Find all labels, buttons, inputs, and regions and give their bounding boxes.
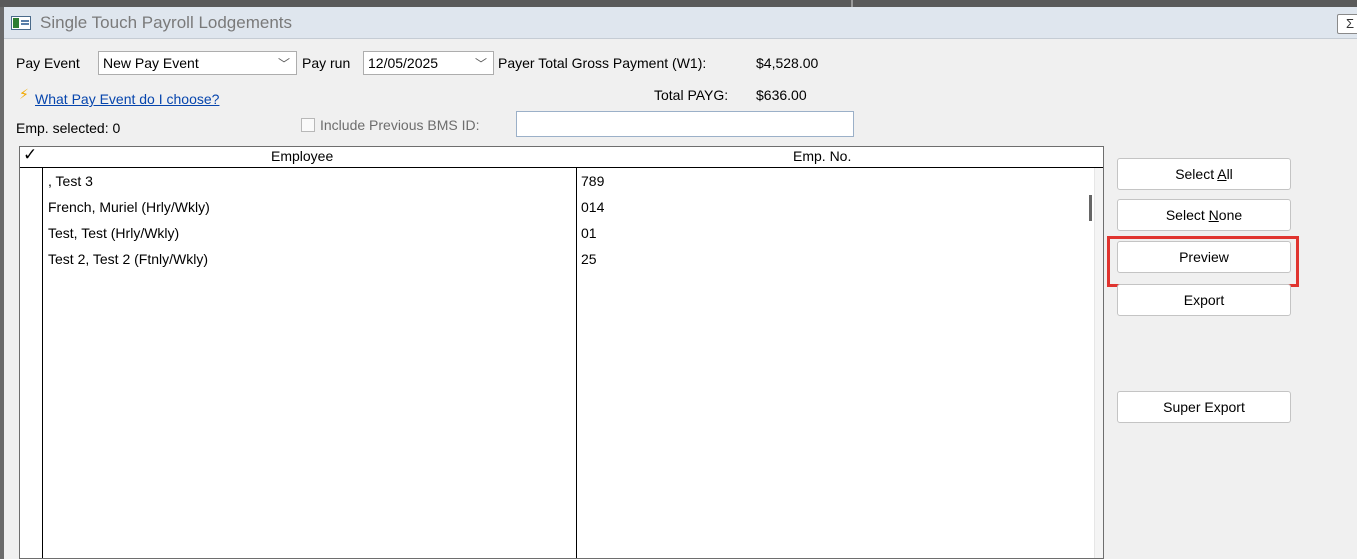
emp-no-column-header[interactable]: Emp. No. [793,148,851,164]
select-all-label-pre: Select [1175,166,1218,182]
top-strip-divider [851,0,853,7]
table-row[interactable]: , Test 3 789 [20,169,1090,195]
select-all-mnemonic: A [1217,166,1227,182]
table-row[interactable]: Test, Test (Hrly/Wkly) 01 [20,221,1090,247]
employee-cell: Test 2, Test 2 (Ftnly/Wkly) [48,251,208,267]
close-button[interactable]: Σ [1337,14,1357,34]
pay-event-value: New Pay Event [103,55,199,71]
emp-no-cell: 014 [581,199,605,215]
total-payg-label: Total PAYG: [654,87,729,103]
pay-event-label: Pay Event [16,55,80,71]
select-none-button[interactable]: Select None [1117,199,1291,231]
pay-run-select[interactable]: 12/05/2025 ﹀ [363,51,494,75]
chevron-down-icon: ﹀ [277,57,290,71]
employee-column-header[interactable]: Employee [271,148,333,164]
select-none-label-pre: Select [1165,207,1209,223]
app-icon [11,16,31,30]
super-export-button[interactable]: Super Export [1117,391,1291,423]
grid-header: ✓ Employee Emp. No. [20,145,1103,168]
emp-no-cell: 01 [581,225,597,241]
pay-event-select[interactable]: New Pay Event ﹀ [98,51,297,75]
window-title: Single Touch Payroll Lodgements [40,13,293,32]
chevron-down-icon: ﹀ [474,57,487,71]
payer-total-value: $4,528.00 [756,55,819,71]
pay-run-label: Pay run [302,55,351,71]
export-button[interactable]: Export [1117,284,1291,316]
employee-grid: ✓ Employee Emp. No. , Test 3 789 French,… [19,145,1104,559]
pay-run-value: 12/05/2025 [368,55,439,71]
employee-cell: Test, Test (Hrly/Wkly) [48,225,180,241]
lightning-icon: ⚡ [19,86,29,102]
title-bar: Single Touch Payroll Lodgements Σ [4,7,1357,39]
select-all-button[interactable]: Select All [1117,158,1291,190]
select-none-label-post: one [1218,207,1243,223]
previous-bms-id-input[interactable] [516,111,854,137]
employee-cell: French, Muriel (Hrly/Wkly) [48,199,210,215]
pay-event-help-link[interactable]: What Pay Event do I choose? [35,91,219,107]
select-all-label-post: ll [1226,166,1233,182]
emp-no-cell: 789 [581,173,605,189]
scrollbar-thumb[interactable] [1089,195,1092,221]
include-previous-bms-label: Include Previous BMS ID: [320,117,480,133]
table-row[interactable]: Test 2, Test 2 (Ftnly/Wkly) 25 [20,247,1090,273]
check-column-header[interactable]: ✓ [23,145,37,165]
payer-total-label: Payer Total Gross Payment (W1): [498,55,707,71]
preview-button[interactable]: Preview [1117,241,1291,273]
grid-scrollbar[interactable] [1094,168,1103,558]
stp-lodgements-window: Single Touch Payroll Lodgements Σ Pay Ev… [0,7,1357,559]
top-strip [0,0,1357,7]
select-none-mnemonic: N [1208,207,1219,223]
employee-cell: , Test 3 [48,173,93,189]
table-row[interactable]: French, Muriel (Hrly/Wkly) 014 [20,195,1090,221]
emp-no-cell: 25 [581,251,597,267]
total-payg-value: $636.00 [756,87,807,103]
employees-selected-count: Emp. selected: 0 [16,120,121,136]
include-previous-bms-checkbox[interactable] [301,118,315,132]
